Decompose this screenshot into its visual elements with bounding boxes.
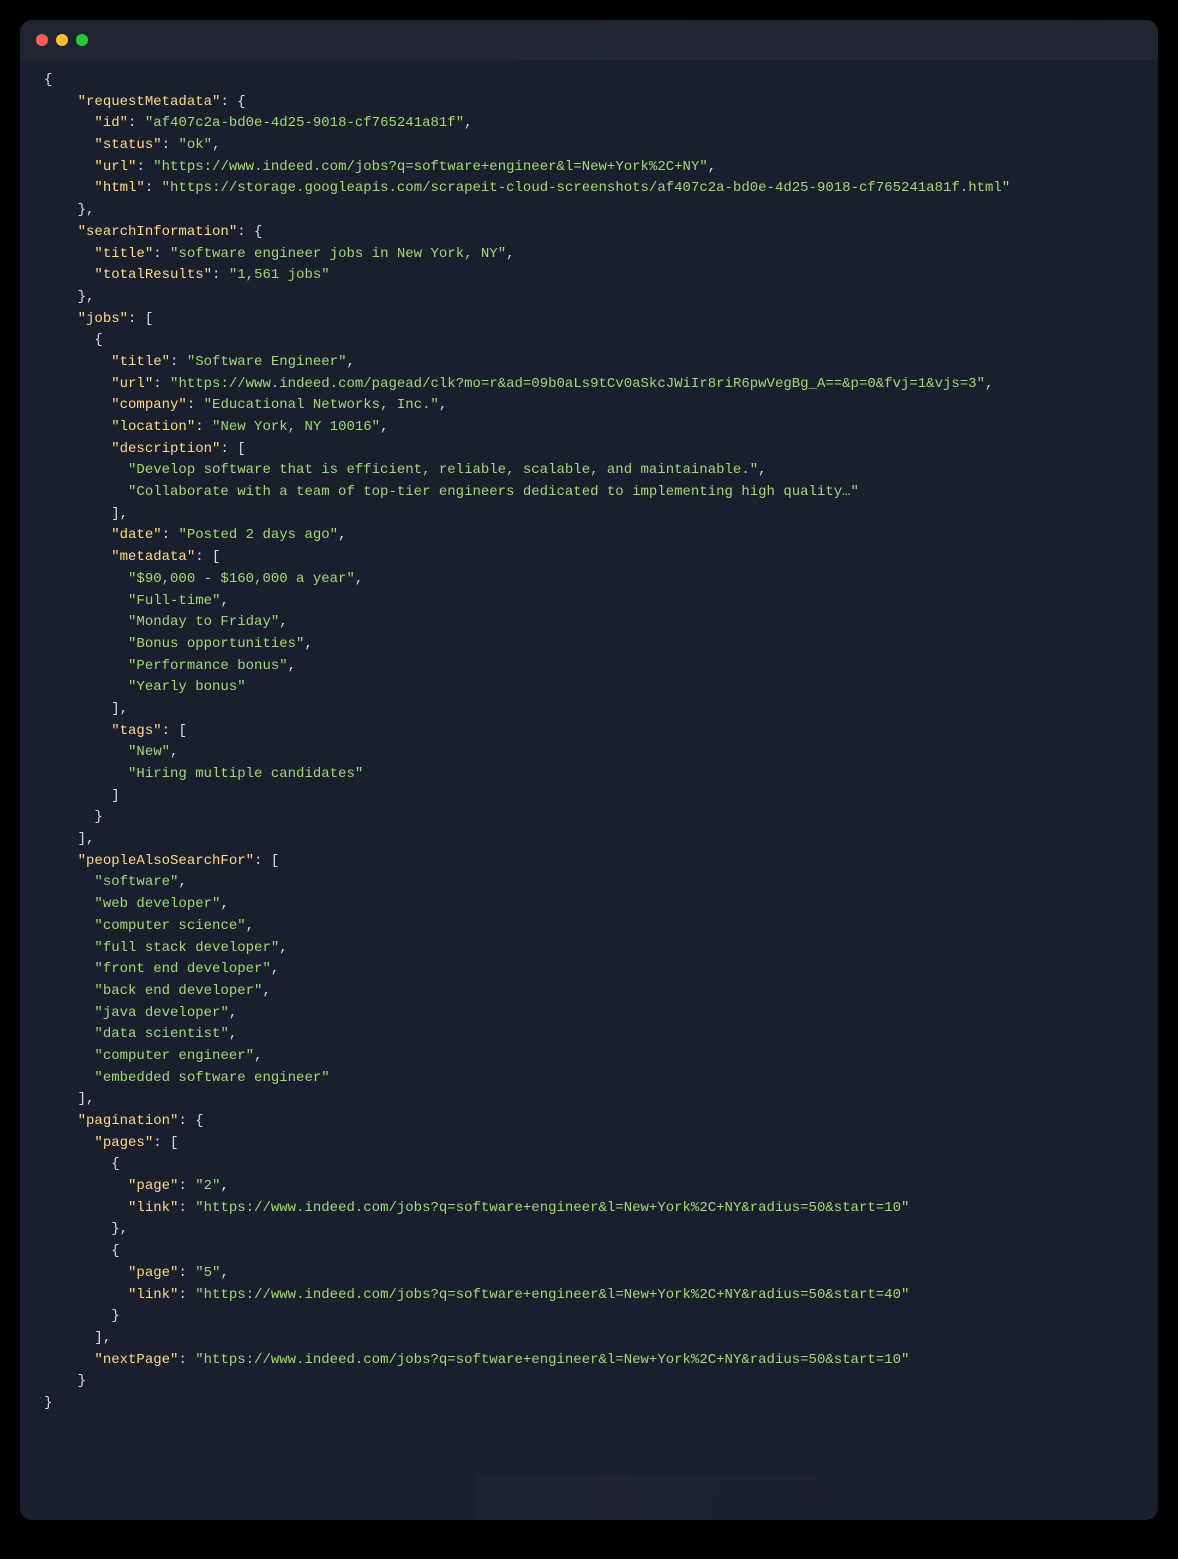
terminal-window: { "requestMetadata": { "id": "af407c2a-b…	[20, 20, 1158, 1520]
close-icon[interactable]	[36, 34, 48, 46]
json-code-block[interactable]: { "requestMetadata": { "id": "af407c2a-b…	[20, 60, 1158, 1475]
titlebar	[20, 20, 1158, 60]
minimize-icon[interactable]	[56, 34, 68, 46]
maximize-icon[interactable]	[76, 34, 88, 46]
